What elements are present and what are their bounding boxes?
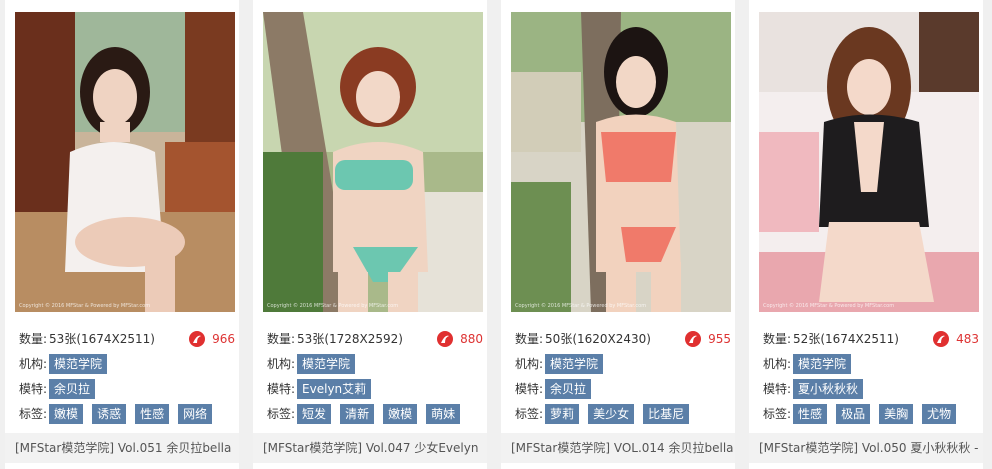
tag-link[interactable]: 性感 — [793, 403, 828, 424]
tags-label: 标签: — [267, 407, 296, 421]
watermark-text: Copyright © 2016 MFStar & Powered by MFS… — [19, 303, 151, 309]
org-tag[interactable]: 模范学院 — [297, 353, 356, 374]
model-tag[interactable]: 余贝拉 — [49, 378, 96, 399]
view-count: 955 — [708, 331, 731, 346]
model-label: 模特: — [515, 382, 544, 396]
heat-counter: 880 — [436, 330, 483, 348]
album-info: 数量: 50张(1620X2430) 955 机构: 模范学院 模特: 余贝拉 … — [515, 326, 731, 426]
heat-counter: 955 — [684, 330, 731, 348]
album-info: 数量: 52张(1674X2511) 483 机构: 模范学院 模特: 夏小秋秋… — [763, 326, 979, 426]
flame-icon — [933, 330, 950, 347]
org-label: 机构: — [515, 357, 544, 371]
album-title-link[interactable]: [MFStar模范学院] Vol.050 夏小秋秋秋 - — [749, 433, 983, 463]
org-label: 机构: — [19, 357, 48, 371]
tags-row: 标签: 性感 极品 美胸 尤物 — [763, 401, 979, 426]
tags-row: 标签: 短发 清新 嫩模 萌妹 — [267, 401, 483, 426]
tag-link[interactable]: 美少女 — [588, 403, 635, 424]
album-card: Copyright © 2016 MFStar & Powered by MFS… — [5, 0, 239, 469]
view-count: 880 — [460, 331, 483, 346]
count-row: 数量: 53张(1728X2592) 880 — [267, 326, 483, 351]
photo-count: 53张(1674X2511) — [49, 332, 155, 346]
org-row: 机构: 模范学院 — [267, 351, 483, 376]
album-cover-photo[interactable]: Copyright © 2016 MFStar & Powered by MFS… — [511, 12, 731, 312]
flame-icon — [437, 330, 454, 347]
model-tag[interactable]: 夏小秋秋秋 — [793, 378, 864, 399]
flame-icon — [189, 330, 206, 347]
model-label: 模特: — [19, 382, 48, 396]
tag-link[interactable]: 萌妹 — [426, 403, 461, 424]
tags-label: 标签: — [19, 407, 48, 421]
watermark-text: Copyright © 2016 MFStar & Powered by MFS… — [763, 303, 895, 309]
tag-link[interactable]: 嫩模 — [383, 403, 418, 424]
org-label: 机构: — [763, 357, 792, 371]
view-count: 966 — [212, 331, 235, 346]
model-row: 模特: 夏小秋秋秋 — [763, 376, 979, 401]
model-label: 模特: — [763, 382, 792, 396]
heat-counter: 483 — [932, 330, 979, 348]
tags-label: 标签: — [763, 407, 792, 421]
count-label: 数量: — [763, 332, 792, 346]
org-label: 机构: — [267, 357, 296, 371]
model-label: 模特: — [267, 382, 296, 396]
org-row: 机构: 模范学院 — [763, 351, 979, 376]
org-tag[interactable]: 模范学院 — [793, 353, 852, 374]
album-cover-photo[interactable]: Copyright © 2016 MFStar & Powered by MFS… — [759, 12, 979, 312]
flame-icon — [685, 330, 702, 347]
model-row: 模特: 余贝拉 — [515, 376, 731, 401]
org-row: 机构: 模范学院 — [19, 351, 235, 376]
album-info: 数量: 53张(1728X2592) 880 机构: 模范学院 模特: Evel… — [267, 326, 483, 426]
album-grid: Copyright © 2016 MFStar & Powered by MFS… — [0, 0, 992, 469]
count-label: 数量: — [267, 332, 296, 346]
tag-link[interactable]: 网络 — [178, 403, 213, 424]
tags-row: 标签: 嫩模 诱惑 性感 网络 — [19, 401, 235, 426]
album-card: Copyright © 2016 MFStar & Powered by MFS… — [253, 0, 487, 469]
org-tag[interactable]: 模范学院 — [49, 353, 108, 374]
tag-link[interactable]: 诱惑 — [92, 403, 127, 424]
album-title-link[interactable]: [MFStar模范学院] Vol.051 余贝拉bella — [5, 433, 239, 463]
tags-row: 标签: 萝莉 美少女 比基尼 — [515, 401, 731, 426]
count-label: 数量: — [19, 332, 48, 346]
count-row: 数量: 52张(1674X2511) 483 — [763, 326, 979, 351]
watermark-text: Copyright © 2016 MFStar & Powered by MFS… — [267, 303, 399, 309]
album-cover-photo[interactable]: Copyright © 2016 MFStar & Powered by MFS… — [15, 12, 235, 312]
tag-link[interactable]: 极品 — [836, 403, 871, 424]
tags-label: 标签: — [515, 407, 544, 421]
tag-link[interactable]: 性感 — [135, 403, 170, 424]
model-tag[interactable]: Evelyn艾莉 — [297, 378, 372, 399]
album-card: Copyright © 2016 MFStar & Powered by MFS… — [501, 0, 735, 469]
tag-link[interactable]: 比基尼 — [643, 403, 690, 424]
tag-link[interactable]: 美胸 — [879, 403, 914, 424]
model-row: 模特: 余贝拉 — [19, 376, 235, 401]
album-title-link[interactable]: [MFStar模范学院] Vol.047 少女Evelyn — [253, 433, 487, 463]
view-count: 483 — [956, 331, 979, 346]
model-tag[interactable]: 余贝拉 — [545, 378, 592, 399]
org-tag[interactable]: 模范学院 — [545, 353, 604, 374]
album-info: 数量: 53张(1674X2511) 966 机构: 模范学院 模特: 余贝拉 … — [19, 326, 235, 426]
tag-link[interactable]: 萝莉 — [545, 403, 580, 424]
tag-link[interactable]: 尤物 — [922, 403, 957, 424]
model-row: 模特: Evelyn艾莉 — [267, 376, 483, 401]
count-row: 数量: 53张(1674X2511) 966 — [19, 326, 235, 351]
heat-counter: 966 — [188, 330, 235, 348]
album-cover-photo[interactable]: Copyright © 2016 MFStar & Powered by MFS… — [263, 12, 483, 312]
photo-count: 50张(1620X2430) — [545, 332, 651, 346]
org-row: 机构: 模范学院 — [515, 351, 731, 376]
album-title-link[interactable]: [MFStar模范学院] VOL.014 余贝拉bella — [501, 433, 735, 463]
tag-link[interactable]: 短发 — [297, 403, 332, 424]
photo-count: 52张(1674X2511) — [793, 332, 899, 346]
tag-link[interactable]: 清新 — [340, 403, 375, 424]
count-label: 数量: — [515, 332, 544, 346]
count-row: 数量: 50张(1620X2430) 955 — [515, 326, 731, 351]
album-card: Copyright © 2016 MFStar & Powered by MFS… — [749, 0, 983, 469]
photo-count: 53张(1728X2592) — [297, 332, 403, 346]
watermark-text: Copyright © 2016 MFStar & Powered by MFS… — [515, 303, 647, 309]
tag-link[interactable]: 嫩模 — [49, 403, 84, 424]
